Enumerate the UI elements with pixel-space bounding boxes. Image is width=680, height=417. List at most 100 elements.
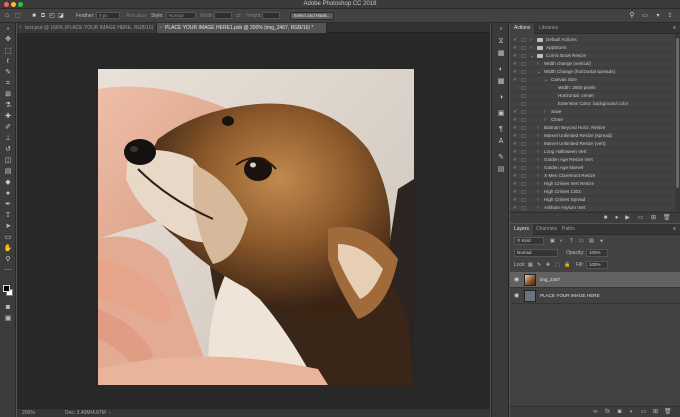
lock-all-icon[interactable]: 🔒: [564, 262, 570, 268]
hand-tool-icon[interactable]: ✋: [3, 244, 13, 253]
style-select[interactable]: Normal: [166, 12, 196, 19]
rectangular-marquee-tool-icon[interactable]: ⬚: [3, 46, 13, 55]
healing-brush-tool-icon[interactable]: ✚: [3, 112, 13, 121]
chevron-right-icon[interactable]: ›: [537, 172, 539, 180]
action-toggle-checkbox[interactable]: ✓: [513, 188, 517, 196]
type-tool-icon[interactable]: T: [3, 211, 13, 220]
dialog-toggle-box[interactable]: [521, 126, 526, 130]
height-input[interactable]: [262, 12, 280, 19]
action-row[interactable]: ✓ › Marvel Unlimited Resize (vert): [510, 140, 674, 148]
dialog-toggle-box[interactable]: [521, 134, 526, 138]
chevron-right-icon[interactable]: ›: [537, 188, 539, 196]
dialog-toggle-box[interactable]: [521, 206, 526, 210]
action-toggle-checkbox[interactable]: ✓: [513, 108, 517, 116]
close-tab-icon[interactable]: ×: [19, 23, 22, 33]
filter-kind-select[interactable]: ⚲ Kind: [514, 237, 544, 245]
dialog-toggle-box[interactable]: [521, 150, 526, 154]
action-toggle-checkbox[interactable]: ✓: [513, 52, 517, 60]
properties-panel-icon[interactable]: ▦: [496, 49, 506, 58]
chevron-right-icon[interactable]: ›: [544, 116, 546, 124]
dialog-toggle-box[interactable]: [521, 198, 526, 202]
history-brush-tool-icon[interactable]: ↺: [3, 145, 13, 154]
move-tool-icon[interactable]: ✥: [3, 35, 13, 44]
layer-row[interactable]: ◉ img_2467: [510, 272, 680, 288]
dialog-toggle-box[interactable]: [521, 78, 526, 82]
chevron-right-icon[interactable]: ›: [544, 108, 546, 116]
quick-mask-icon[interactable]: ◙: [3, 303, 13, 312]
action-toggle-checkbox[interactable]: ✓: [513, 204, 517, 212]
panel-menu-icon[interactable]: ≡: [669, 224, 680, 235]
brush-tool-icon[interactable]: ✐: [3, 123, 13, 132]
layer-name[interactable]: img_2467: [540, 277, 560, 282]
action-toggle-checkbox[interactable]: ✓: [513, 196, 517, 204]
antialias-checkbox[interactable]: Anti-alias: [126, 13, 147, 19]
dialog-toggle-box[interactable]: [521, 110, 526, 114]
tab-place-your-image[interactable]: × PLACE YOUR IMAGE HERE1.psb @ 200% (img…: [157, 23, 327, 33]
lasso-tool-icon[interactable]: ℓ: [3, 57, 13, 66]
adjustment-layer-icon[interactable]: ◐: [628, 409, 635, 416]
dodge-tool-icon[interactable]: ●: [3, 189, 13, 198]
add-selection-icon[interactable]: ⧉: [39, 12, 47, 20]
tab-test-psd[interactable]: × test.psd @ 166% (PLACE YOUR IMAGE HERE…: [17, 23, 157, 33]
action-row[interactable]: Horizontal: center: [510, 92, 674, 100]
color-panel-icon[interactable]: ◐: [496, 65, 506, 74]
tab-layers[interactable]: Layers: [510, 224, 534, 235]
styles-panel-icon[interactable]: ▣: [496, 109, 506, 118]
visibility-eye-icon[interactable]: ◉: [514, 276, 519, 283]
layer-style-icon[interactable]: fx: [604, 409, 611, 416]
action-row[interactable]: ✓ ⌄ Canvas Size: [510, 76, 674, 84]
status-menu-icon[interactable]: ›: [109, 410, 111, 416]
dialog-toggle-box[interactable]: [521, 38, 526, 42]
action-toggle-checkbox[interactable]: ✓: [513, 124, 517, 132]
gradient-tool-icon[interactable]: ▤: [3, 167, 13, 176]
pixel-filter-icon[interactable]: ▣: [550, 238, 555, 244]
action-row[interactable]: Extension Color: background color: [510, 100, 674, 108]
action-toggle-checkbox[interactable]: ✓: [513, 140, 517, 148]
zoom-level[interactable]: 200%: [22, 410, 35, 416]
layer-row[interactable]: ◉ PLACE YOUR IMAGE HERE: [510, 288, 680, 304]
action-row[interactable]: ✓ › X-Men Claremont Resize: [510, 172, 674, 180]
play-icon[interactable]: ▶: [624, 215, 631, 222]
action-toggle-checkbox[interactable]: ✓: [513, 60, 517, 68]
action-row[interactable]: ✓ › AppStorm: [510, 44, 674, 52]
action-row[interactable]: ✓ › Marvel Unlimited Resize (spread): [510, 132, 674, 140]
paragraph-panel-icon[interactable]: ¶: [496, 125, 506, 134]
chevron-right-icon[interactable]: ›: [530, 44, 532, 52]
opacity-input[interactable]: 100%: [586, 249, 608, 257]
action-row[interactable]: ✓ › High Crimes Spread: [510, 196, 674, 204]
action-toggle-checkbox[interactable]: ✓: [513, 36, 517, 44]
close-tab-icon[interactable]: ×: [159, 23, 162, 33]
foreground-color-swatch[interactable]: [3, 285, 10, 292]
more-tools-icon[interactable]: ⋯: [3, 266, 13, 275]
action-toggle-checkbox[interactable]: ✓: [513, 116, 517, 124]
dialog-toggle-box[interactable]: [521, 62, 526, 66]
new-group-icon[interactable]: ▭: [640, 409, 647, 416]
width-input[interactable]: [214, 12, 232, 19]
character-panel-icon[interactable]: A: [496, 137, 506, 146]
dialog-toggle-box[interactable]: [521, 182, 526, 186]
document-image[interactable]: [98, 69, 414, 385]
tools-collapse-icon[interactable]: »: [3, 25, 13, 34]
action-row[interactable]: ✓ ⌄ Comic Book Resize: [510, 52, 674, 60]
clone-stamp-tool-icon[interactable]: ⊥: [3, 134, 13, 143]
chevron-right-icon[interactable]: ›: [537, 156, 539, 164]
action-row[interactable]: ✓ › Batman Beyond Horiz. Resize: [510, 124, 674, 132]
new-set-icon[interactable]: ▭: [637, 215, 644, 222]
lock-image-icon[interactable]: ✎: [537, 262, 541, 268]
dialog-toggle-box[interactable]: [521, 54, 526, 58]
action-row[interactable]: ✓ › Default Actions: [510, 36, 674, 44]
history-panel-icon[interactable]: ⧖: [496, 37, 506, 46]
quick-selection-tool-icon[interactable]: ✎: [3, 68, 13, 77]
dialog-toggle-box[interactable]: [521, 142, 526, 146]
pen-tool-icon[interactable]: ✒: [3, 200, 13, 209]
chevron-right-icon[interactable]: ›: [537, 124, 539, 132]
lock-artboard-icon[interactable]: ⬚: [555, 262, 560, 268]
action-toggle-checkbox[interactable]: ✓: [513, 156, 517, 164]
dialog-toggle-box[interactable]: [521, 46, 526, 50]
filter-toggle-icon[interactable]: ●: [600, 238, 603, 244]
new-selection-icon[interactable]: ■: [30, 12, 38, 20]
scrollbar-thumb[interactable]: [676, 38, 679, 188]
action-toggle-checkbox[interactable]: ✓: [513, 132, 517, 140]
tab-paths[interactable]: Paths: [558, 224, 579, 235]
rectangle-tool-icon[interactable]: ▭: [3, 233, 13, 242]
